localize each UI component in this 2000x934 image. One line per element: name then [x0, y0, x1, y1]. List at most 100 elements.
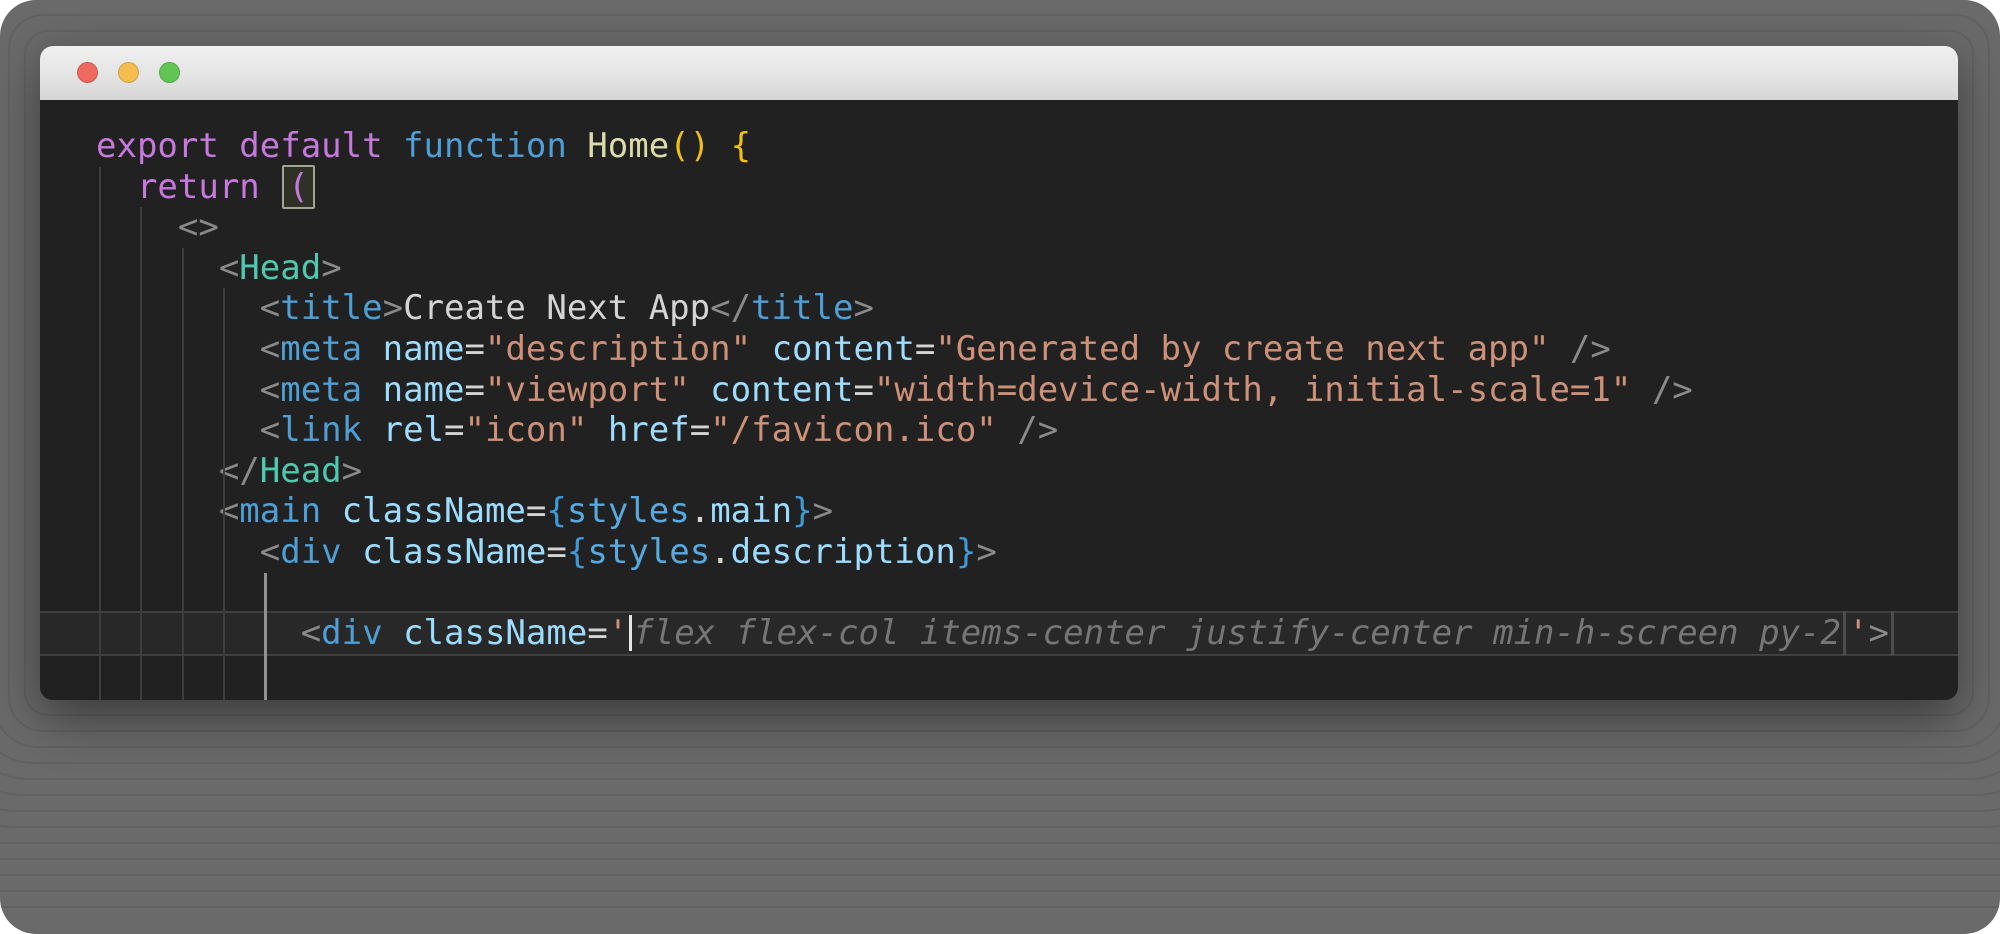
- code-token: <: [96, 613, 321, 653]
- code-token: >: [383, 288, 403, 328]
- code-token: =: [915, 329, 935, 369]
- code-token: <: [96, 248, 239, 288]
- code-token: =: [587, 613, 607, 653]
- code-token: meta: [280, 329, 362, 369]
- code-line[interactable]: </Head>: [40, 451, 1958, 492]
- code-token: </: [96, 451, 260, 491]
- code-token: }: [956, 532, 976, 572]
- code-token: <: [96, 532, 280, 572]
- code-line[interactable]: <link rel="icon" href="/favicon.ico" />: [40, 410, 1958, 451]
- code-token: export default: [96, 126, 403, 166]
- code-token: <: [96, 410, 280, 450]
- code-token: title: [751, 288, 853, 328]
- code-token: [710, 126, 730, 166]
- zoom-button[interactable]: [159, 62, 180, 83]
- code-token: div: [321, 613, 382, 653]
- code-token: className: [403, 613, 587, 653]
- copilot-ghost-text: flex flex-col items-center justify-cente…: [633, 613, 1841, 653]
- code-token: [383, 613, 403, 653]
- code-token: link: [280, 410, 362, 450]
- code-token: {: [567, 532, 587, 572]
- code-line-active[interactable]: <div className='flex flex-col items-cent…: [40, 611, 1958, 656]
- code-token: (): [669, 126, 710, 166]
- indent-guide: [223, 288, 225, 700]
- code-token: [690, 370, 710, 410]
- code-token: main: [239, 491, 321, 531]
- column-marker: [1843, 611, 1846, 655]
- code-line[interactable]: [40, 573, 1958, 614]
- code-token: =: [465, 329, 485, 369]
- code-token: <: [96, 329, 280, 369]
- code-token: >: [853, 288, 873, 328]
- code-editor[interactable]: export default function Home() { return …: [40, 100, 1958, 700]
- code-token: </: [710, 288, 751, 328]
- code-token: [321, 491, 341, 531]
- code-token: [362, 329, 382, 369]
- code-line[interactable]: [40, 654, 1958, 695]
- code-token: .: [710, 532, 730, 572]
- code-token: =: [444, 410, 464, 450]
- window-titlebar[interactable]: [40, 46, 1958, 101]
- code-line[interactable]: <meta name="viewport" content="width=dev…: [40, 370, 1958, 411]
- code-token: className: [362, 532, 546, 572]
- code-token: className: [342, 491, 526, 531]
- code-line[interactable]: <Head>: [40, 248, 1958, 289]
- code-token: >: [976, 532, 996, 572]
- code-token: />: [997, 410, 1058, 450]
- code-token: ': [608, 613, 628, 653]
- code-token: [362, 410, 382, 450]
- code-token: "Generated by create next app": [935, 329, 1549, 369]
- code-token: "description": [485, 329, 751, 369]
- code-token: />: [1631, 370, 1692, 410]
- close-button[interactable]: [77, 62, 98, 83]
- code-token: "width=device-width, initial-scale=1": [874, 370, 1631, 410]
- active-indent-guide: [264, 573, 267, 700]
- code-line[interactable]: return (: [40, 167, 1958, 208]
- code-token: <: [96, 370, 280, 410]
- code-token: >: [321, 248, 341, 288]
- code-token: description: [731, 532, 956, 572]
- code-token: ': [1848, 613, 1868, 653]
- code-token: content: [772, 329, 915, 369]
- indent-guide: [99, 167, 101, 700]
- code-token: =: [853, 370, 873, 410]
- gray-backdrop: export default function Home() { return …: [0, 0, 2000, 934]
- code-line[interactable]: <div className={styles.description}>: [40, 532, 1958, 573]
- code-token: function: [403, 126, 567, 166]
- code-line[interactable]: export default function Home() {: [40, 126, 1958, 167]
- code-token: >: [342, 451, 362, 491]
- code-token: =: [546, 532, 566, 572]
- code-token: >: [813, 491, 833, 531]
- code-token: main: [710, 491, 792, 531]
- code-token: href: [608, 410, 690, 450]
- code-token: <: [96, 288, 280, 328]
- code-token: }: [792, 491, 812, 531]
- bracket-match-highlight: (: [282, 165, 314, 209]
- code-token: =: [465, 370, 485, 410]
- code-token: "/favicon.ico": [710, 410, 997, 450]
- code-token: name: [383, 329, 465, 369]
- code-token: {: [546, 491, 566, 531]
- code-token: meta: [280, 370, 362, 410]
- indent-guide: [182, 248, 184, 700]
- code-token: =: [526, 491, 546, 531]
- minimize-button[interactable]: [118, 62, 139, 83]
- code-token: div: [280, 532, 341, 572]
- code-token: "viewport": [485, 370, 690, 410]
- code-line[interactable]: <main className={styles.main}>: [40, 491, 1958, 532]
- code-token: styles: [567, 491, 690, 531]
- code-token: =: [690, 410, 710, 450]
- code-token: title: [280, 288, 382, 328]
- code-token: {: [731, 126, 751, 166]
- code-token: return: [96, 167, 280, 207]
- code-token: <>: [96, 207, 219, 247]
- code-token: "icon": [465, 410, 588, 450]
- code-token: name: [383, 370, 465, 410]
- code-token: [362, 370, 382, 410]
- code-token: [587, 410, 607, 450]
- code-line[interactable]: <meta name="description" content="Genera…: [40, 329, 1958, 370]
- code-line[interactable]: <>: [40, 207, 1958, 248]
- text-cursor: [629, 615, 632, 651]
- code-line[interactable]: <title>Create Next App</title>: [40, 288, 1958, 329]
- code-token: Create Next App: [403, 288, 710, 328]
